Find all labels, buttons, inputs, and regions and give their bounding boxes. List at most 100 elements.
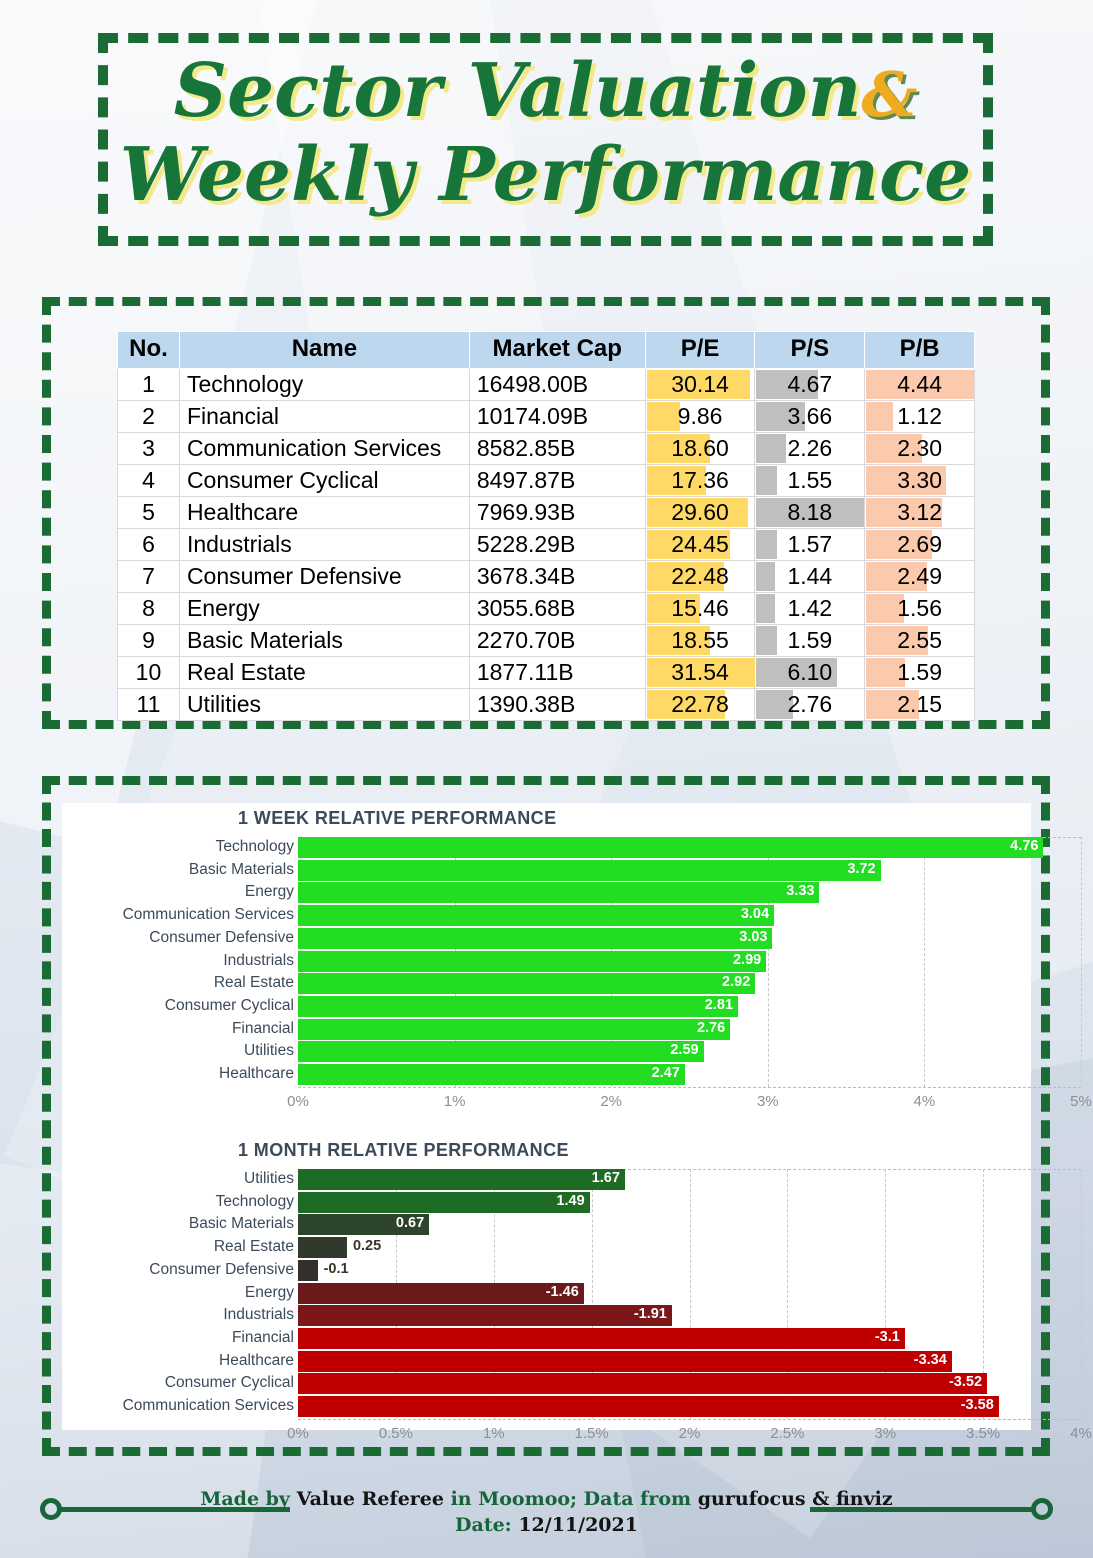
chart-bar[interactable]: -3.58 xyxy=(298,1396,999,1417)
gridline xyxy=(1081,1169,1082,1419)
cell-value: 1.57 xyxy=(787,531,833,557)
cell-value: 29.60 xyxy=(671,499,729,525)
chart-bar-row: Technology 4.76 xyxy=(62,837,1044,858)
chart-bar[interactable]: -3.34 xyxy=(298,1350,952,1372)
col-header-pb: P/B xyxy=(864,331,975,369)
cell-pb: 2.30 xyxy=(864,432,975,465)
cell-ps: 8.18 xyxy=(754,496,866,529)
cell-value: 2.15 xyxy=(897,691,942,717)
chart-bar[interactable]: -3.1 xyxy=(298,1327,905,1349)
cell-pe: 15.46 xyxy=(644,592,756,625)
cell-value: 6.10 xyxy=(787,659,833,685)
chart-x-tick: 3% xyxy=(874,1424,897,1442)
cell-mktcap: 2270.70B xyxy=(468,624,646,657)
cell-value: 15.46 xyxy=(671,595,729,621)
data-bar-ps xyxy=(756,466,777,495)
cell-name: Consumer Defensive xyxy=(178,560,470,593)
chart-category-label: Basic Materials xyxy=(188,860,294,878)
cell-name: Healthcare xyxy=(178,496,470,529)
chart-bar[interactable]: -0.1 xyxy=(298,1259,349,1281)
cell-name: Basic Materials xyxy=(178,624,470,657)
chart-bar-value-label: 1.49 xyxy=(556,1192,585,1209)
chart-bar[interactable]: 2.76 xyxy=(298,1018,731,1040)
chart-category-label: Consumer Cyclical xyxy=(164,996,294,1014)
chart-bar[interactable]: 3.33 xyxy=(298,882,820,904)
chart-bar[interactable]: 0.67 xyxy=(298,1214,430,1236)
chart-category-label: Energy xyxy=(244,1283,294,1301)
chart-bar[interactable]: 1.67 xyxy=(298,1169,625,1190)
cell-value: 2.76 xyxy=(787,691,833,717)
chart-bar[interactable]: -1.91 xyxy=(298,1305,672,1327)
chart-bar[interactable]: 2.59 xyxy=(298,1041,704,1063)
chart-bar-row: Basic Materials 0.67 xyxy=(62,1214,1031,1236)
chart-bar[interactable]: 1.49 xyxy=(298,1191,590,1213)
chart-axis-line xyxy=(298,1418,1081,1420)
cell-value: 2.55 xyxy=(897,627,942,653)
chart-bar-value-label: -3.34 xyxy=(913,1351,947,1368)
cell-mktcap: 5228.29B xyxy=(468,528,646,561)
col-header-ps: P/S xyxy=(754,331,866,369)
cell-value: 9.86 xyxy=(677,403,723,429)
chart-bar[interactable]: 2.81 xyxy=(298,995,739,1017)
chart-bar-row: Consumer Defensive -0.1 xyxy=(62,1259,1031,1281)
chart-bar[interactable]: 3.03 xyxy=(298,927,773,949)
cell-value: 2.30 xyxy=(897,435,942,461)
chart-category-label: Basic Materials xyxy=(188,1215,294,1233)
footer-credits: Made by Value Referee in Moomoo; Data fr… xyxy=(0,1486,1093,1538)
chart-bar[interactable]: 3.72 xyxy=(298,859,881,881)
chart-bar-value-label: -3.58 xyxy=(960,1397,994,1413)
chart-bar[interactable]: 0.25 xyxy=(298,1237,381,1259)
cell-no: 5 xyxy=(117,496,180,529)
chart-category-label: Energy xyxy=(244,883,294,901)
chart-bar-row: Basic Materials 3.72 xyxy=(62,859,1031,881)
table-row: 11 Utilities 1390.38B 22.78 2.76 2.15 xyxy=(117,688,975,721)
chart-1-plot: Technology 4.76 Basic Materials 3.72 Energy 3… xyxy=(62,837,1092,1110)
data-bar-pb xyxy=(866,402,894,431)
cell-name: Consumer Cyclical xyxy=(178,464,470,497)
chart-x-tick: 0.5% xyxy=(378,1424,413,1442)
cell-ps: 1.42 xyxy=(754,592,866,625)
chart-bar-value-label: 3.04 xyxy=(740,906,770,923)
chart-bar[interactable]: 4.76 xyxy=(298,837,1044,858)
cell-pb: 1.56 xyxy=(864,592,975,625)
chart-category-label: Utilities xyxy=(244,1042,294,1060)
chart-bar[interactable]: 2.47 xyxy=(298,1064,685,1085)
cell-ps: 1.44 xyxy=(754,560,866,593)
chart-bar-row: Utilities 2.59 xyxy=(62,1041,1031,1063)
table-row: 7 Consumer Defensive 3678.34B 22.48 1.44 2.49 xyxy=(117,560,975,593)
cell-no: 6 xyxy=(117,528,180,561)
cell-value: 1.55 xyxy=(787,467,833,493)
chart-2-title: 1 MONTH RELATIVE PERFORMANCE xyxy=(238,1140,569,1160)
cell-value: 1.59 xyxy=(787,627,833,653)
data-bar-ps xyxy=(756,434,787,463)
page-title: Sector Valuation& Weekly Performance xyxy=(98,48,993,218)
cell-value: 24.45 xyxy=(671,531,729,557)
col-header-name: Name xyxy=(178,331,470,369)
table-row: 6 Industrials 5228.29B 24.45 1.57 2.69 xyxy=(117,528,975,561)
chart-bar-row: Real Estate 2.92 xyxy=(62,973,1031,995)
gridline xyxy=(1081,837,1082,1087)
chart-category-label: Utilities xyxy=(244,1170,294,1187)
cell-value: 1.44 xyxy=(787,563,833,589)
chart-category-label: Communication Services xyxy=(122,906,294,924)
cell-value: 1.56 xyxy=(897,595,942,621)
chart-bar-value-label: 2.59 xyxy=(670,1042,699,1059)
chart-category-label: Industrials xyxy=(223,951,294,969)
chart-bar[interactable]: -3.52 xyxy=(298,1373,988,1395)
table-row: 2 Financial 10174.09B 9.86 3.66 1.12 xyxy=(117,400,975,433)
cell-value: 17.36 xyxy=(671,467,729,493)
chart-bar[interactable]: -1.46 xyxy=(298,1282,584,1304)
cell-pe: 9.86 xyxy=(644,400,756,433)
chart-bar-value-label: 3.72 xyxy=(847,860,876,877)
chart-bar[interactable]: 3.04 xyxy=(298,905,775,927)
chart-bar[interactable]: 2.99 xyxy=(298,950,767,972)
cell-value: 3.66 xyxy=(787,403,833,429)
cell-no: 1 xyxy=(117,368,180,401)
cell-no: 8 xyxy=(117,592,180,625)
cell-value: 18.55 xyxy=(671,627,729,653)
cell-name: Communication Services xyxy=(178,432,470,465)
chart-category-label: Financial xyxy=(231,1328,294,1346)
cell-name: Industrials xyxy=(178,528,470,561)
chart-bar[interactable]: 2.92 xyxy=(298,973,756,995)
data-bar-ps xyxy=(756,594,776,623)
